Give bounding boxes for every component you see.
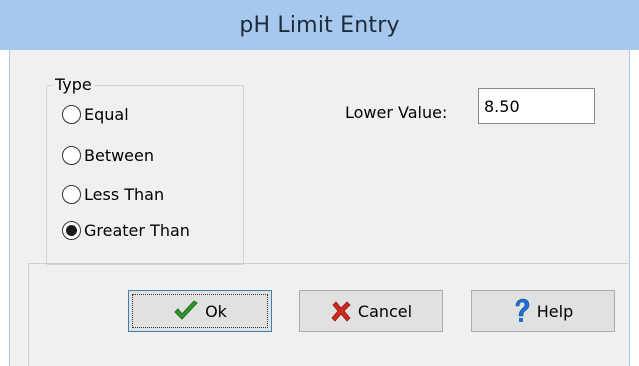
lower-value-label: Lower Value: bbox=[345, 103, 448, 122]
focus-ring bbox=[132, 294, 268, 328]
radio-button[interactable] bbox=[62, 185, 81, 204]
radio-button[interactable] bbox=[62, 105, 81, 124]
help-button-label: Help bbox=[536, 301, 574, 321]
radio-label: Less Than bbox=[84, 185, 165, 204]
radio-button[interactable] bbox=[62, 146, 81, 165]
lower-value-input[interactable] bbox=[478, 88, 595, 124]
title-bar: pH Limit Entry bbox=[0, 0, 639, 50]
help-button[interactable]: Help bbox=[471, 290, 615, 332]
radio-less-than[interactable]: Less Than bbox=[62, 185, 164, 204]
radio-selected-dot bbox=[66, 225, 77, 236]
radio-label: Between bbox=[84, 146, 155, 165]
radio-between[interactable]: Between bbox=[62, 146, 154, 165]
radio-label: Greater Than bbox=[84, 221, 190, 240]
ok-button[interactable]: Ok bbox=[128, 290, 272, 332]
radio-greater-than[interactable]: Greater Than bbox=[62, 221, 190, 240]
radio-label: Equal bbox=[84, 105, 129, 124]
radio-button-selected[interactable] bbox=[62, 221, 81, 240]
cancel-button-label: Cancel bbox=[357, 301, 413, 321]
type-group-legend: Type bbox=[53, 75, 94, 94]
cancel-button[interactable]: Cancel bbox=[299, 290, 443, 332]
radio-equal[interactable]: Equal bbox=[62, 105, 129, 124]
question-mark-icon bbox=[513, 298, 531, 324]
dialog-body: Type Equal Between Less Than Greater Tha… bbox=[9, 50, 630, 366]
window-title: pH Limit Entry bbox=[239, 12, 400, 38]
x-icon bbox=[330, 300, 352, 322]
